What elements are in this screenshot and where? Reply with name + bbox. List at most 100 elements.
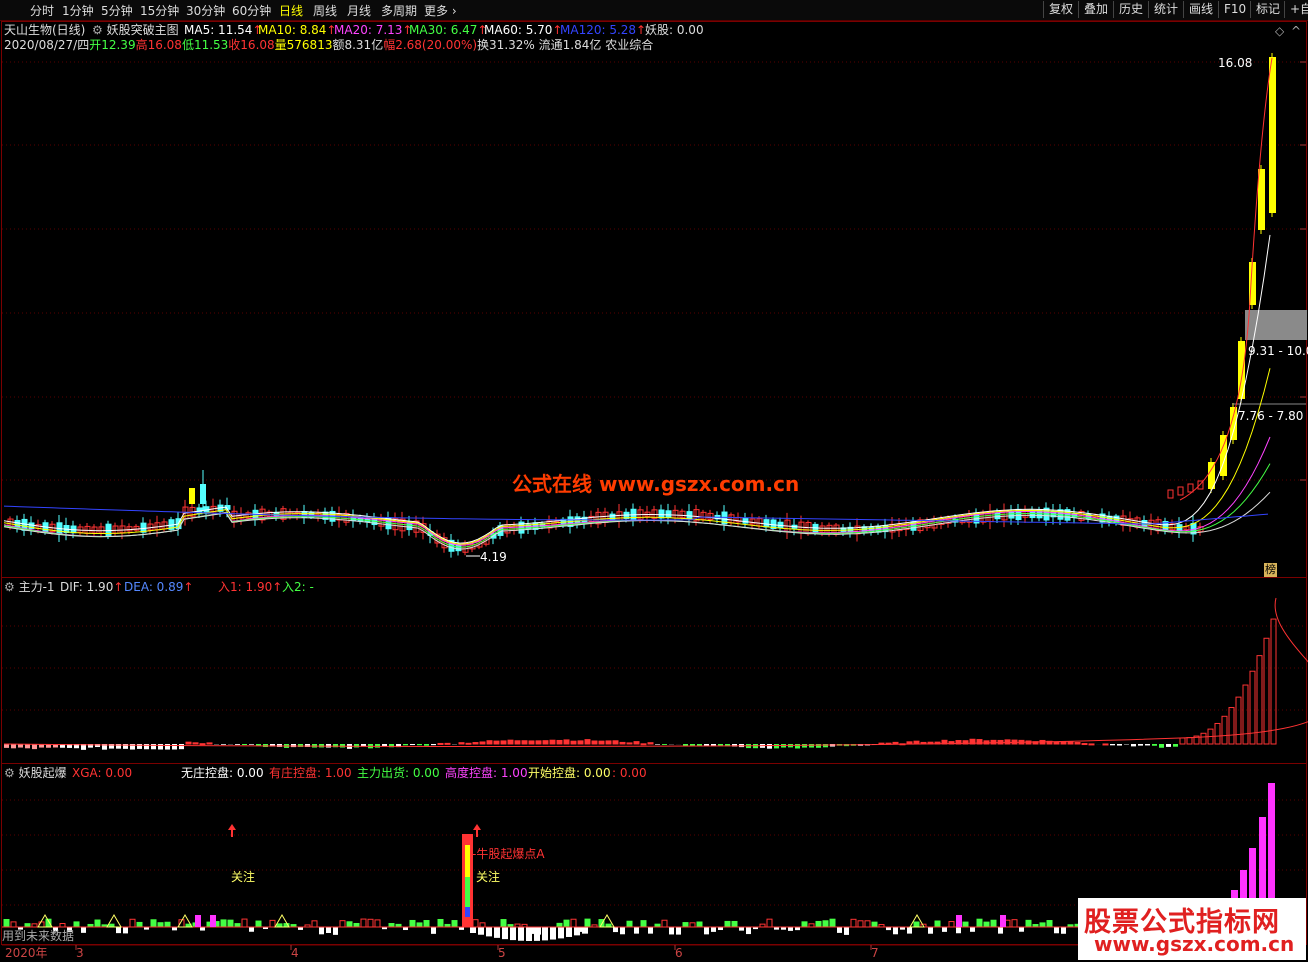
qibao-bar	[626, 920, 633, 928]
macd-bar	[542, 740, 549, 745]
qibao-bar	[857, 920, 864, 928]
qibao-bar	[478, 927, 484, 935]
qibao-bar	[1011, 919, 1018, 928]
qibao-bar	[563, 919, 570, 928]
qibao-bar	[3, 919, 10, 928]
ma10-value: MA10: 8.84↑	[258, 23, 337, 37]
qibao-bar	[570, 918, 577, 928]
ma5-value: MA5: 11.54↑	[184, 23, 263, 37]
macd-bar	[403, 744, 408, 746]
candle-body	[665, 510, 672, 518]
macd-pane-title[interactable]: ⚙ 主力-1	[4, 580, 55, 594]
qibao-bar	[928, 927, 933, 934]
macd-bar	[647, 742, 654, 745]
candle-body	[812, 523, 819, 534]
qibao-bar	[451, 920, 458, 928]
qibao-bar	[1039, 922, 1046, 928]
qibao-bar	[526, 927, 532, 941]
macd-bar	[1004, 739, 1011, 745]
macd-bar	[1131, 744, 1136, 747]
quote-close: 收16.08	[228, 38, 275, 52]
qibao-bar	[388, 923, 395, 928]
qibao-bar	[801, 921, 808, 928]
qibao-bar	[1054, 927, 1059, 934]
candle-body	[658, 509, 665, 519]
macd-bar	[1088, 743, 1095, 746]
qibao-bar	[486, 927, 492, 937]
macd-bar	[199, 743, 206, 746]
macd-bar	[1242, 684, 1249, 745]
arrow-up-icon: ↑	[183, 580, 194, 594]
main-indicator-name[interactable]: ⚙ 妖股突破主图	[92, 23, 179, 37]
qibao-bar	[574, 927, 580, 936]
qibao-bar	[640, 920, 647, 928]
qibao-bar	[24, 923, 31, 928]
macd-bar	[577, 740, 584, 745]
rank-badge[interactable]: 榜	[1264, 563, 1277, 577]
macd-bar	[1270, 618, 1277, 745]
macd-bar	[172, 744, 177, 750]
macd-bar	[640, 743, 647, 746]
macd-bar	[185, 741, 192, 745]
kaishi-value: 开始控盘: 0.00	[528, 766, 611, 780]
macd-bar	[816, 744, 821, 748]
macd-bar	[1110, 744, 1115, 746]
qibao-bar	[227, 919, 234, 928]
qibao-bar	[518, 927, 524, 941]
gear-icon[interactable]: ⚙	[92, 23, 103, 37]
qibao-bar	[416, 922, 423, 928]
qibao-bar	[1061, 927, 1066, 934]
qibao-bar	[582, 927, 588, 934]
watermark-logo-box: 股票公式指标网 www.gszx.com.cn	[1078, 898, 1306, 960]
qibao-bar	[500, 919, 507, 928]
qibao-pane-title[interactable]: ⚙ 妖股起爆	[4, 766, 67, 780]
candle-body	[1008, 511, 1015, 519]
macd-bar	[242, 744, 247, 746]
qibao-bar	[871, 921, 878, 928]
macd-bar	[291, 744, 296, 748]
quote-change: 幅2.68(20.00%)	[383, 38, 478, 52]
chuhuo-value: 主力出货: 0.00	[357, 766, 440, 780]
arrow-up-icon	[228, 824, 236, 830]
qibao-bar	[249, 927, 254, 932]
macd-bar	[235, 744, 240, 745]
macd-bar	[192, 742, 199, 745]
macd-bar	[221, 744, 226, 745]
qibao-bar	[470, 927, 476, 933]
chevron-up-icon[interactable]: ^	[1291, 24, 1301, 38]
qibao-bar	[661, 919, 668, 928]
macd-bar	[556, 739, 563, 745]
gear-icon: ⚙	[4, 766, 15, 780]
xaxis-label-7: 7	[871, 946, 879, 960]
qibao-bar	[374, 919, 381, 928]
macd-bar	[465, 742, 472, 745]
macd-bar	[1173, 744, 1178, 747]
macd-bar	[11, 744, 16, 749]
macd-bar	[990, 739, 997, 745]
qibao-signal-inner	[465, 877, 470, 907]
gaodu-bar	[195, 915, 201, 927]
qibao-bar	[613, 927, 618, 933]
qibao-signal-inner	[465, 845, 470, 877]
candle-body	[1167, 489, 1174, 499]
price-range-2: 7.76 - 7.80	[1238, 409, 1304, 423]
qibao-bar	[157, 922, 164, 928]
qibao-bar	[942, 927, 947, 932]
xaxis-label-6: 6	[675, 946, 683, 960]
qibao-bar	[494, 927, 500, 938]
qibao-bar	[620, 927, 625, 935]
guanzhu-label-1: 关注	[231, 870, 256, 884]
low-price-label: 4.19	[480, 550, 507, 564]
qibao-bar	[731, 920, 738, 928]
qibao-bar	[788, 927, 793, 931]
qibao-bar	[81, 927, 86, 933]
watermark-line-2: www.gszx.com.cn	[1094, 932, 1295, 956]
qibao-bar	[346, 921, 353, 928]
yaogu-candle	[189, 488, 195, 504]
qibao-bar	[542, 927, 548, 941]
qibao-bar	[746, 927, 751, 935]
qibao-bar	[990, 919, 997, 928]
qibao-bar	[269, 919, 276, 928]
diamond-icon[interactable]: ◇	[1275, 24, 1284, 38]
quote-turnover: 换31.32%	[477, 38, 535, 52]
